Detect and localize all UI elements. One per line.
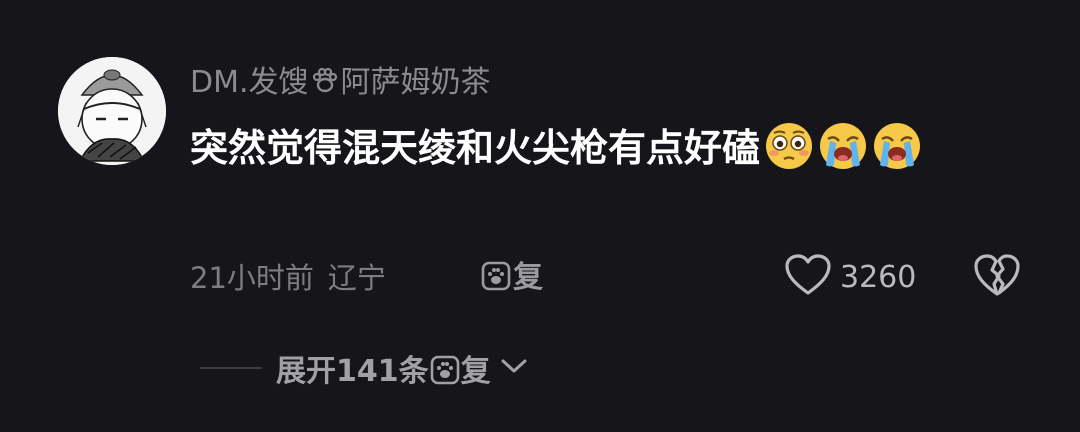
comment-time: 21小时前 (190, 261, 314, 295)
reply-button[interactable]: 复 (480, 258, 543, 298)
reply-label: 复 (513, 260, 543, 295)
username-prefix: DM.发馊 (190, 65, 309, 100)
comment-meta: 21小时前 辽宁 (190, 258, 386, 298)
broken-heart-icon (972, 254, 1022, 302)
paw-icon (310, 66, 340, 96)
paw-icon (481, 261, 511, 291)
comment-body: 突然觉得混天绫和火尖枪有点好磕 (190, 118, 1030, 178)
comment-location: 辽宁 (327, 261, 386, 295)
like-button[interactable]: 3260 (784, 252, 916, 302)
paw-icon (430, 355, 460, 385)
like-count: 3260 (840, 259, 917, 295)
loudly-crying-face-emoji (818, 121, 868, 171)
username[interactable]: DM.发馊 阿萨姆奶茶 (190, 62, 491, 104)
avatar[interactable] (58, 57, 166, 165)
expand-replies-prefix: 展开141条 (276, 354, 429, 389)
comment-item: DM.发馊 阿萨姆奶茶 突然觉得混天绫和火尖枪有点好磕 21小时前 辽宁 复 326… (0, 0, 1080, 432)
comment-text: 突然觉得混天绫和火尖枪有点好磕 (190, 126, 761, 170)
expand-replies-label: 展开141条复 (276, 346, 491, 390)
divider-line (200, 367, 262, 369)
loudly-crying-face-emoji (872, 121, 922, 171)
dislike-button[interactable] (972, 252, 1022, 302)
username-suffix: 阿萨姆奶茶 (340, 65, 491, 100)
expand-replies-suffix: 复 (460, 354, 491, 389)
avatar-sketch-image (58, 57, 166, 165)
chevron-down-icon (499, 356, 529, 380)
expand-replies-button[interactable]: 展开141条复 (200, 346, 529, 390)
heart-outline-icon (784, 253, 832, 301)
flushed-face-emoji (764, 121, 814, 171)
